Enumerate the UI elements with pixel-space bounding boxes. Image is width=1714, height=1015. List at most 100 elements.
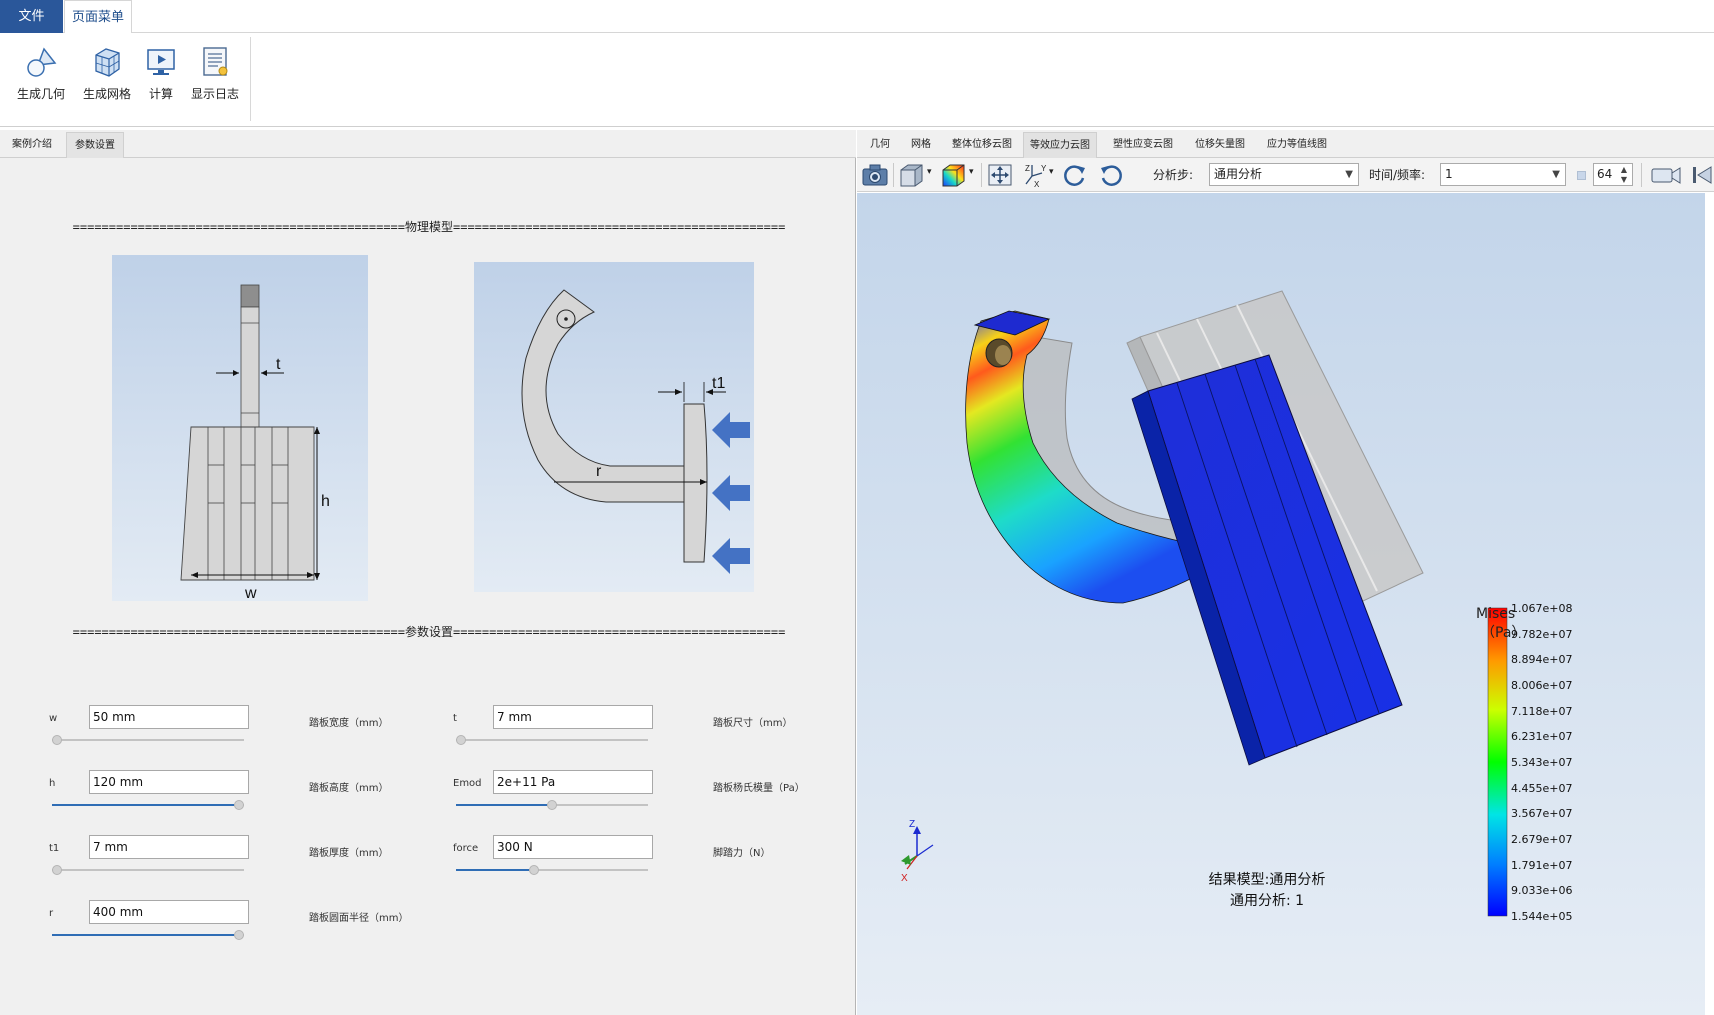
legend-color-bar: [1487, 607, 1508, 917]
tab-geometry[interactable]: 几何: [864, 132, 896, 158]
toolbar-separator: [981, 163, 982, 187]
legend-tick-label: 9.033e+06: [1511, 884, 1573, 898]
generate-geometry-button[interactable]: 生成几何: [6, 45, 76, 115]
tab-page-menu[interactable]: 页面菜单: [64, 0, 132, 34]
ribbon-tab-bar: 文件 页面菜单: [0, 0, 1714, 34]
legend-tick-label: 1.067e+08: [1511, 602, 1573, 615]
time-frequency-select[interactable]: 1 ▼: [1440, 163, 1566, 186]
chevron-down-icon: ▼: [1552, 169, 1560, 180]
tab-param-settings[interactable]: 参数设置: [66, 132, 124, 158]
param-t-name: t: [453, 713, 457, 724]
ribbon-separator: [250, 37, 251, 121]
param-force-slider[interactable]: [456, 864, 648, 876]
left-tab-bar: 案例介绍 参数设置: [0, 130, 856, 158]
legend-tick-label: 7.118e+07: [1511, 704, 1573, 718]
param-emod-slider[interactable]: [456, 799, 648, 811]
svg-text:Y: Y: [1041, 164, 1047, 173]
tab-stress-contour[interactable]: 应力等值线图: [1261, 132, 1333, 158]
param-r-name: r: [49, 908, 54, 919]
tab-file[interactable]: 文件: [0, 0, 63, 33]
ribbon-toolbar: 生成几何 生成网格 计算 显示日志: [0, 33, 1714, 127]
toolbar-separator: [893, 163, 894, 187]
legend-tick-label: 3.567e+07: [1511, 807, 1573, 821]
param-w-input[interactable]: 50 mm: [89, 705, 249, 729]
param-h-desc: 踏板高度（mm）: [309, 783, 389, 794]
frame-color-swatch: [1577, 171, 1586, 180]
axis-x-label: X: [901, 873, 908, 884]
log-document-icon: [203, 47, 228, 76]
param-h-name: h: [49, 778, 56, 789]
svg-text:X: X: [1034, 180, 1040, 188]
chevron-down-icon[interactable]: ▾: [969, 167, 974, 177]
monitor-play-icon: [147, 49, 175, 75]
chevron-down-icon: ▼: [1345, 169, 1353, 180]
analysis-step-select[interactable]: 通用分析 ▼: [1209, 163, 1359, 186]
spinner-arrows-icon: ▲ ▼: [1620, 165, 1627, 184]
show-log-label: 显示日志: [190, 87, 239, 101]
fig1-label-t: t: [276, 356, 281, 373]
legend-tick-label: 5.343e+07: [1511, 756, 1573, 769]
param-t1-slider[interactable]: [52, 864, 244, 876]
analysis-step-label: 分析步:: [1153, 168, 1194, 182]
chevron-down-icon[interactable]: ▾: [927, 167, 932, 177]
param-t-input[interactable]: 7 mm: [493, 705, 653, 729]
param-emod-desc: 踏板杨氏模量（Pa）: [713, 783, 805, 794]
frame-count-spinner[interactable]: 64 ▲ ▼: [1593, 163, 1633, 186]
show-log-button[interactable]: 显示日志: [180, 45, 250, 115]
pedal-arm-figure: t1 r: [474, 262, 754, 592]
param-r-desc: 踏板圆面半径（mm）: [309, 913, 409, 924]
result-model-label: 结果模型:通用分析: [1208, 872, 1326, 888]
axis-triad-icon: Z X: [901, 819, 934, 884]
legend-tick-label: 4.455e+07: [1511, 781, 1573, 795]
param-force-desc: 脚踏力（N）: [713, 848, 771, 859]
fig1-label-h: h: [321, 493, 330, 510]
axis-view-icon[interactable]: Z YX: [1020, 162, 1048, 189]
video-record-icon[interactable]: [1649, 162, 1683, 188]
param-emod-name: Emod: [453, 778, 482, 789]
view-cube-icon[interactable]: [897, 162, 925, 188]
viewer-toolbar: ▾ ▾ Z YX ▾ 分析步: 通用分析 ▼ 时间/频率: 1 ▼ 64 ▲ ▼: [857, 158, 1714, 192]
time-frequency-value: 1: [1445, 167, 1453, 181]
tab-von-mises-stress[interactable]: 等效应力云图: [1023, 132, 1097, 158]
fit-view-icon[interactable]: [986, 162, 1014, 188]
chevron-down-icon[interactable]: ▾: [1049, 167, 1054, 177]
param-h-input[interactable]: 120 mm: [89, 770, 249, 794]
skip-to-start-icon[interactable]: [1689, 162, 1714, 188]
param-force-name: force: [453, 843, 479, 854]
analysis-step-value: 通用分析: [1214, 167, 1263, 181]
legend-tick-label: 9.782e+07: [1511, 627, 1573, 641]
tab-displacement-vector[interactable]: 位移矢量图: [1189, 132, 1251, 158]
param-t1-input[interactable]: 7 mm: [89, 835, 249, 859]
param-w-slider[interactable]: [52, 734, 244, 746]
legend-tick-label: 1.791e+07: [1511, 858, 1573, 872]
param-w-desc: 踏板宽度（mm）: [309, 718, 389, 729]
legend-quantity: Mises: [1476, 606, 1516, 622]
contour-display-icon[interactable]: [939, 162, 967, 188]
time-frequency-label: 时间/频率:: [1369, 168, 1426, 182]
param-h-slider[interactable]: [52, 799, 244, 811]
pedal-cross-section-figure: t h w: [112, 255, 368, 602]
param-force-input[interactable]: 300 N: [493, 835, 653, 859]
camera-icon[interactable]: [861, 162, 889, 188]
left-panel: 案例介绍 参数设置 ==============================…: [0, 130, 856, 1015]
param-t1-name: t1: [49, 843, 60, 854]
3d-viewport[interactable]: Z X Mises （Pa） 1.067e+08 9.782e+07 8.894e+…: [857, 193, 1705, 1015]
legend-tick-label: 8.894e+07: [1511, 653, 1573, 667]
param-r-input[interactable]: 400 mm: [89, 900, 249, 924]
tab-case-intro[interactable]: 案例介绍: [4, 132, 60, 158]
tab-mesh[interactable]: 网格: [905, 132, 937, 158]
rotate-cw-icon[interactable]: [1061, 162, 1089, 188]
fig2-label-r: r: [596, 463, 602, 480]
param-t-slider[interactable]: [456, 734, 648, 746]
legend-tick-label: 1.544e+05: [1511, 910, 1573, 923]
rotate-ccw-icon[interactable]: [1097, 162, 1125, 188]
generate-geometry-label: 生成几何: [16, 87, 65, 101]
tab-total-displacement[interactable]: 整体位移云图: [946, 132, 1018, 158]
param-r-slider[interactable]: [52, 929, 244, 941]
tab-plastic-strain[interactable]: 塑性应变云图: [1107, 132, 1179, 158]
param-t-desc: 踏板尺寸（mm）: [713, 718, 793, 729]
mesh-cube-icon: [95, 48, 120, 77]
param-emod-input[interactable]: 2e+11 Pa: [493, 770, 653, 794]
param-t1-desc: 踏板厚度（mm）: [309, 848, 389, 859]
legend-tick-label: 8.006e+07: [1511, 679, 1573, 692]
